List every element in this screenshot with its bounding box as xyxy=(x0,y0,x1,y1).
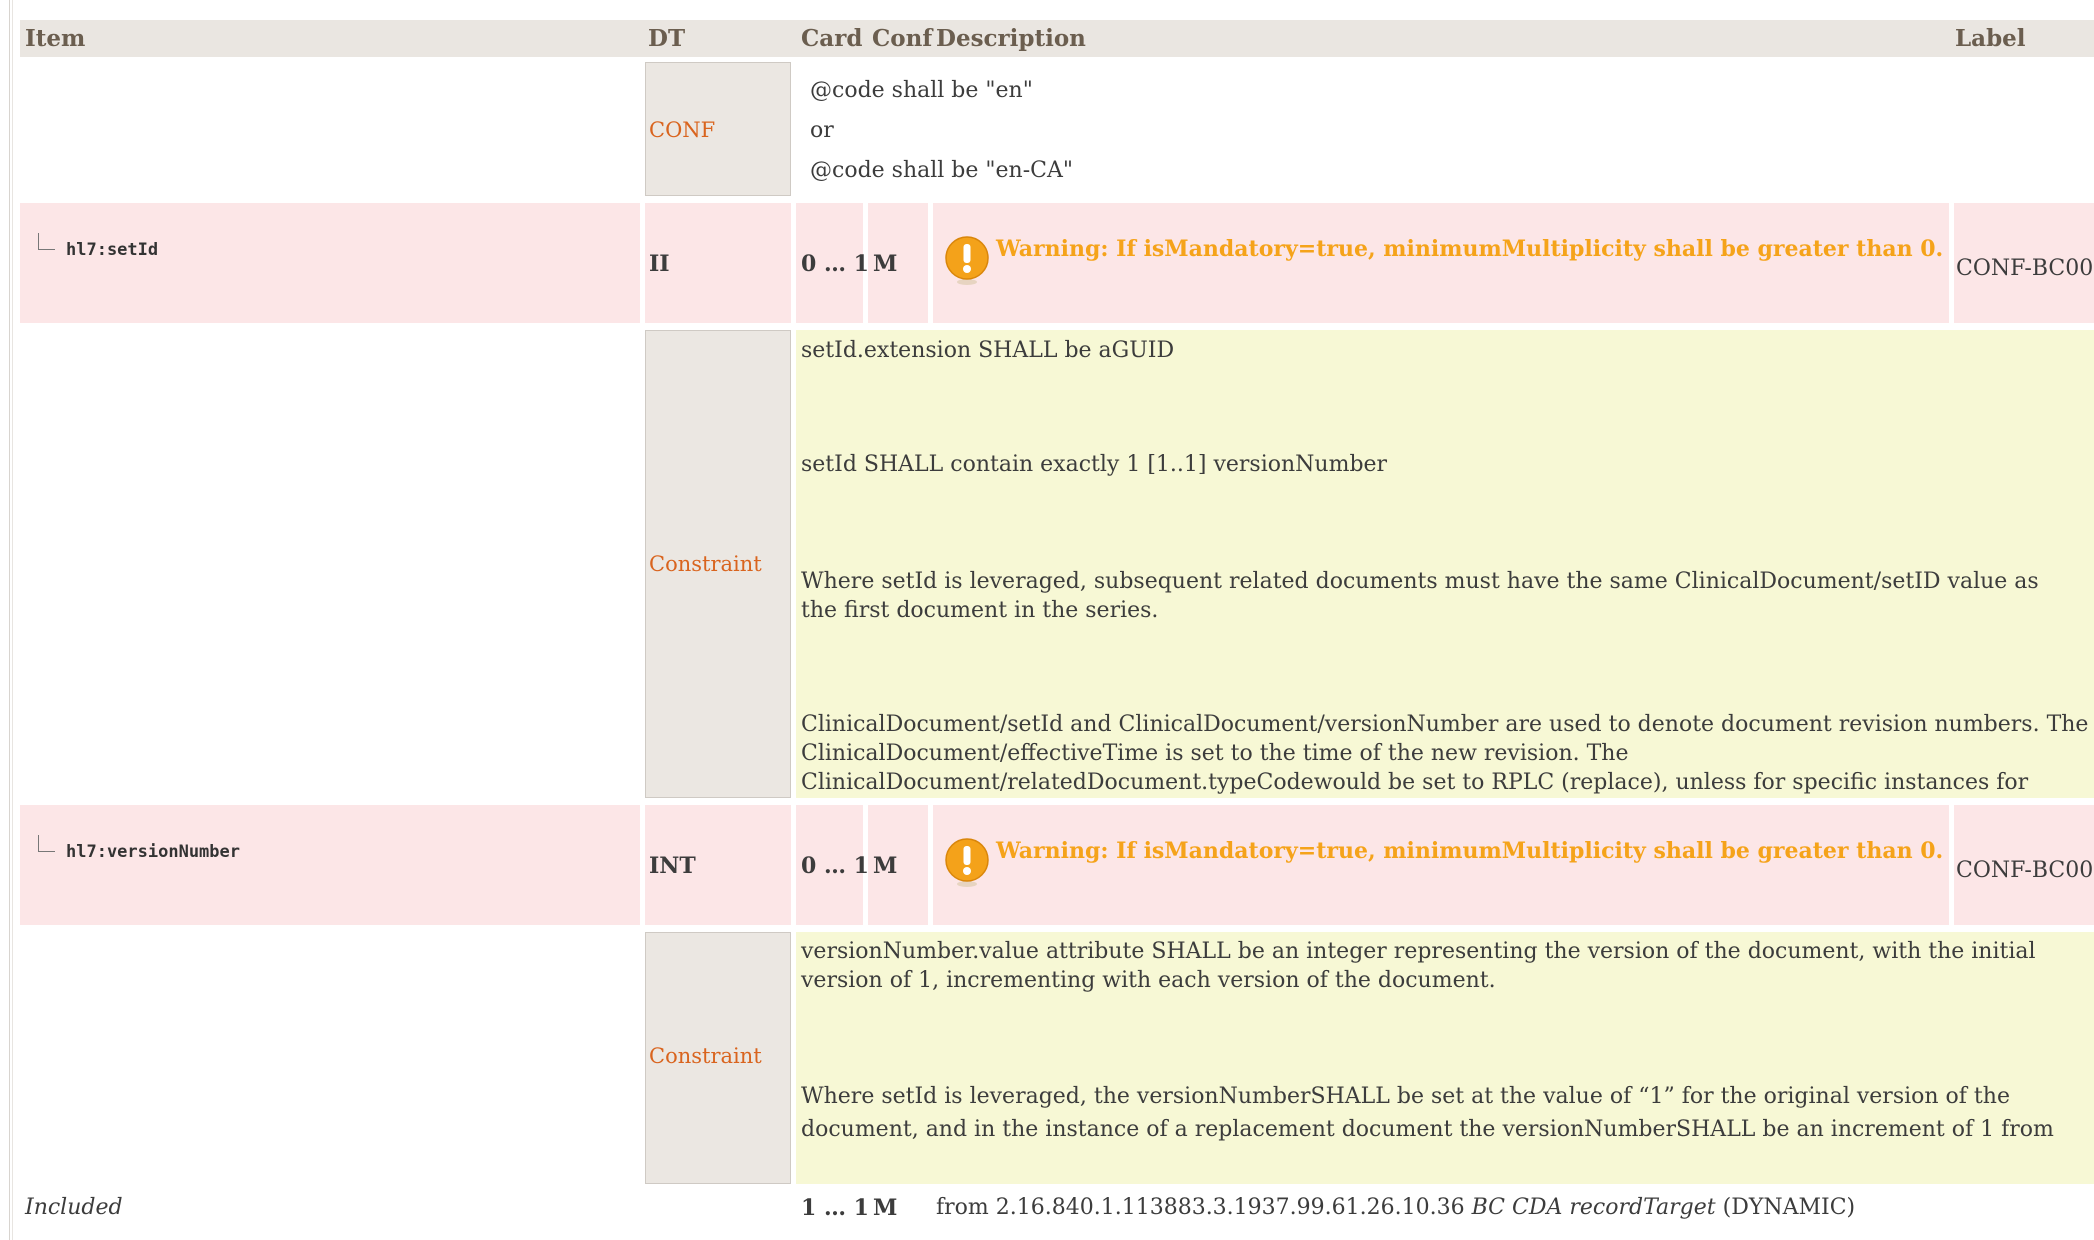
setid-label[interactable]: CONF-BC0001 xyxy=(1956,256,2094,281)
versionnumber-card: 0 … 1 xyxy=(801,853,869,879)
conf-type-label: CONF xyxy=(649,118,716,142)
tree-branch-icon xyxy=(38,233,55,250)
conf-line-2: or xyxy=(810,118,834,143)
included-template-name: BC CDA recordTarget xyxy=(1471,1195,1716,1220)
included-from-oid: from 2.16.840.1.113883.3.1937.99.61.26.1… xyxy=(936,1195,1465,1220)
setid-constraint-1: setId.extension SHALL be aGUID xyxy=(801,338,1175,363)
setid-constraint-4: ClinicalDocument/setId and ClinicalDocum… xyxy=(801,712,2089,795)
setid-item-cell xyxy=(20,203,640,323)
setid-constraint-label: Constraint xyxy=(649,552,762,576)
header-card: Card xyxy=(801,25,863,52)
setid-card: 0 … 1 xyxy=(801,251,869,277)
versionnumber-label[interactable]: CONF-BC0001 xyxy=(1956,858,2094,883)
conf-line-3: @code shall be "en-CA" xyxy=(810,158,1073,183)
header-dt: DT xyxy=(648,25,686,52)
versionnumber-constraint-1: versionNumber.value attribute SHALL be a… xyxy=(801,939,2036,993)
included-reference[interactable]: from 2.16.840.1.113883.3.1937.99.61.26.1… xyxy=(936,1195,1855,1220)
setid-conf: M xyxy=(873,251,898,277)
header-item: Item xyxy=(25,25,86,52)
tree-branch-icon xyxy=(38,835,55,852)
setid-description-cell xyxy=(933,203,1949,323)
header-label: Label xyxy=(1955,25,2026,52)
versionnumber-description-cell xyxy=(933,805,1949,925)
included-conf: M xyxy=(873,1195,898,1221)
versionnumber-conf: M xyxy=(873,853,898,879)
included-label: Included xyxy=(25,1195,123,1220)
warning-icon xyxy=(945,236,989,285)
template-table: Item DT Card Conf Description Label CONF… xyxy=(0,0,2094,1240)
left-border xyxy=(9,0,10,1240)
versionnumber-dt: INT xyxy=(649,853,696,879)
header-conf: Conf xyxy=(872,25,933,52)
versionnumber-constraint-2: Where setId is leveraged, the versionNum… xyxy=(801,1084,2054,1142)
setid-constraint-2: setId SHALL contain exactly 1 [1..1] ver… xyxy=(801,452,1388,477)
setid-item-name[interactable]: hl7:setId xyxy=(66,240,158,260)
setid-constraint-3: Where setId is leveraged, subsequent rel… xyxy=(801,569,2039,623)
versionnumber-item-name[interactable]: hl7:versionNumber xyxy=(66,842,240,862)
included-card: 1 … 1 xyxy=(801,1195,869,1221)
left-border-inner xyxy=(12,0,13,1240)
included-binding: (DYNAMIC) xyxy=(1722,1195,1856,1220)
conf-line-1: @code shall be "en" xyxy=(810,78,1033,103)
versionnumber-constraint-label: Constraint xyxy=(649,1044,762,1068)
versionnumber-item-cell xyxy=(20,805,640,925)
versionnumber-warning-text: Warning: If isMandatory=true, minimumMul… xyxy=(996,838,1944,864)
header-description: Description xyxy=(936,25,1086,52)
setid-dt: II xyxy=(649,251,670,277)
setid-warning-text: Warning: If isMandatory=true, minimumMul… xyxy=(996,236,1944,262)
warning-icon xyxy=(945,838,989,887)
